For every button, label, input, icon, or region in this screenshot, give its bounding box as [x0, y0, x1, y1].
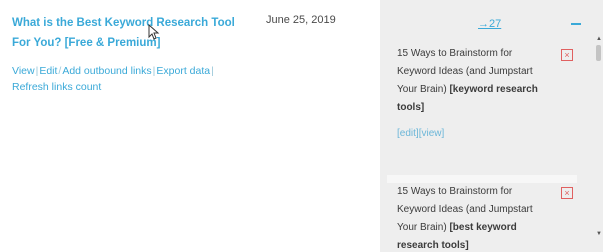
- refresh-links-count-link[interactable]: Refresh links count: [12, 81, 101, 93]
- card-actions: [edit][view]: [387, 127, 577, 141]
- export-data-link[interactable]: Export data: [156, 65, 210, 77]
- collapse-icon[interactable]: [571, 23, 581, 25]
- post-column: What is the Best Keyword Research Tool F…: [12, 13, 252, 95]
- link-card: 15 Ways to Brainstorm for Keyword Ideas …: [387, 175, 577, 252]
- view-link[interactable]: View: [12, 65, 35, 77]
- remove-link-icon[interactable]: ×: [561, 187, 573, 199]
- remove-link-icon[interactable]: ×: [561, 49, 573, 61]
- scroll-down-icon[interactable]: ▼: [596, 231, 602, 237]
- link-card: 15 Ways to Brainstorm for Keyword Ideas …: [387, 45, 577, 175]
- scroll-thumb[interactable]: [596, 45, 601, 61]
- mouse-cursor-icon: [148, 24, 160, 40]
- post-title-link[interactable]: What is the Best Keyword Research Tool F…: [12, 17, 235, 49]
- add-outbound-links-link[interactable]: Add outbound links: [62, 65, 151, 77]
- card-text: 15 Ways to Brainstorm for Keyword Ideas …: [387, 183, 547, 252]
- panel-scrollbar[interactable]: [593, 44, 603, 244]
- post-date: June 25, 2019: [266, 14, 336, 26]
- separator: |: [211, 65, 214, 77]
- card-edit-link[interactable]: [edit]: [397, 128, 419, 139]
- pager-link[interactable]: →27: [478, 18, 501, 30]
- panel-header: →27: [380, 0, 603, 44]
- card-text: 15 Ways to Brainstorm for Keyword Ideas …: [387, 45, 547, 117]
- links-panel: →27 15 Ways to Brainstorm for Keyword Id…: [380, 0, 603, 252]
- edit-link[interactable]: Edit: [39, 65, 57, 77]
- row-actions: View|Edit/Add outbound links|Export data…: [12, 63, 252, 95]
- scroll-up-icon[interactable]: ▲: [596, 36, 602, 42]
- card-view-link[interactable]: [view]: [419, 128, 445, 139]
